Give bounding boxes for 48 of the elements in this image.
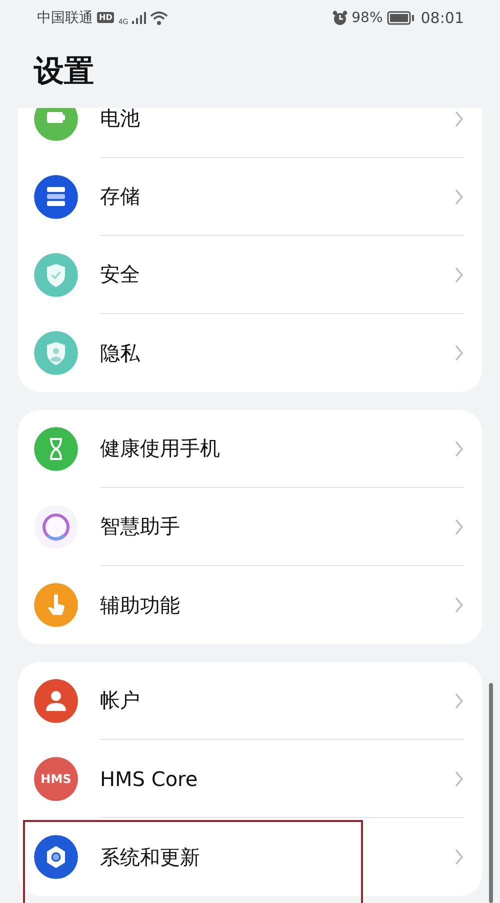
chevron-icon <box>454 692 464 710</box>
battery-icon <box>386 10 415 24</box>
chevron-icon <box>454 266 464 284</box>
shield-check-icon <box>34 253 78 297</box>
settings-item[interactable]: 隐私 <box>18 314 482 392</box>
settings-item[interactable]: 智慧助手 <box>18 488 482 566</box>
shield-person-icon <box>34 331 78 375</box>
person-icon <box>34 679 78 723</box>
item-label: HMS Core <box>100 766 198 790</box>
item-label: 电池 <box>100 108 140 132</box>
carrier-name: 中国联通 <box>37 8 93 26</box>
hd-badge: HD <box>97 12 114 23</box>
clock-time: 08:01 <box>420 8 464 26</box>
chevron-icon <box>454 596 464 614</box>
settings-item[interactable]: HMS HMS Core <box>18 740 482 818</box>
item-label: 健康使用手机 <box>100 435 220 462</box>
settings-item[interactable]: 存储 <box>18 158 482 236</box>
ring-icon <box>34 505 78 549</box>
item-label: 帐户 <box>100 687 140 714</box>
chevron-icon <box>454 344 464 362</box>
item-label: 隐私 <box>100 340 140 366</box>
item-label: 智慧助手 <box>100 513 180 540</box>
pointing-hand-icon <box>34 583 78 627</box>
chevron-icon <box>454 440 464 458</box>
chevron-icon <box>454 848 464 866</box>
item-label: 辅助功能 <box>100 592 180 618</box>
hms-icon: HMS <box>34 757 78 801</box>
wifi-icon <box>150 10 168 24</box>
settings-item[interactable]: 帐户 <box>18 662 482 740</box>
settings-item[interactable]: 安全 <box>18 236 482 314</box>
alarm-icon <box>332 10 348 26</box>
settings-item[interactable]: 辅助功能 <box>18 566 482 644</box>
storage-icon <box>34 175 78 219</box>
item-label: 安全 <box>100 261 140 288</box>
chevron-icon <box>454 188 464 206</box>
chevron-icon <box>454 110 464 128</box>
signal-icon <box>132 12 146 24</box>
settings-item[interactable]: 健康使用手机 <box>18 410 482 488</box>
battery-percent: 98% <box>352 10 383 26</box>
hourglass-icon <box>34 427 78 471</box>
item-label: 系统和更新 <box>100 844 200 870</box>
chevron-icon <box>454 518 464 536</box>
page-title: 设置 <box>32 53 95 91</box>
gear-icon <box>34 835 78 879</box>
item-label: 存储 <box>100 183 140 210</box>
settings-item[interactable]: 电池 <box>18 108 482 158</box>
chevron-icon <box>454 770 464 788</box>
settings-item[interactable]: 系统和更新 <box>18 818 482 896</box>
